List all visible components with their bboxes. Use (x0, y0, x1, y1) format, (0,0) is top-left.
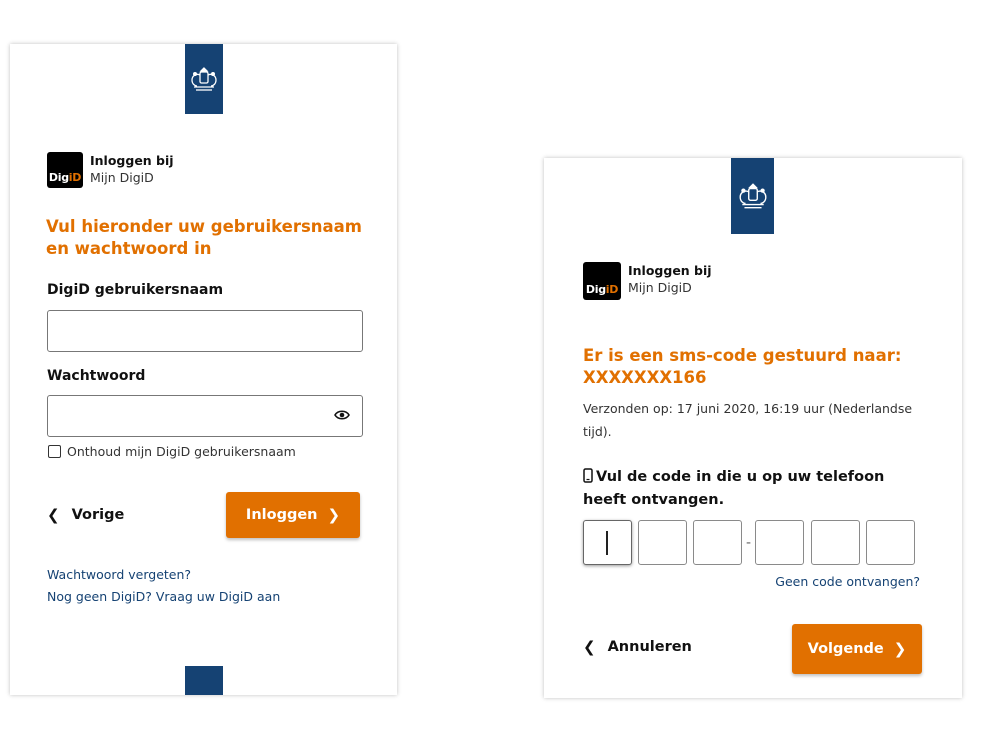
password-input[interactable] (47, 395, 363, 437)
code-digit-input[interactable] (866, 520, 915, 565)
text-cursor (606, 531, 608, 555)
digid-header: Dig iD Inloggen bij Mijn DigiD (583, 262, 712, 300)
code-digit-input[interactable] (693, 520, 742, 565)
request-digid-link[interactable]: Nog geen DigiD? Vraag uw DigiD aan (47, 589, 280, 604)
login-button-label: Inloggen (245, 507, 318, 523)
remember-username-row[interactable]: Onthoud mijn DigiD gebruikersnaam (48, 444, 296, 459)
code-digit-input[interactable] (638, 520, 687, 565)
code-digit-input[interactable] (583, 520, 632, 565)
code-digit-input[interactable] (811, 520, 860, 565)
digid-logo-text-b: iD (68, 171, 82, 184)
code-instruction-text: Vul de code in die u op uw telefoon heef… (583, 469, 885, 508)
service-name: Mijn DigiD (90, 170, 154, 185)
username-input[interactable] (47, 310, 363, 352)
digid-logo: Dig iD (583, 262, 621, 300)
username-label: DigiD gebruikersnaam (47, 282, 224, 298)
digid-logo-text-b: iD (605, 283, 619, 296)
chevron-right-icon: ❯ (327, 506, 341, 524)
next-button-label: Volgende (807, 641, 884, 657)
code-instruction: Vul de code in die u op uw telefoon heef… (583, 466, 928, 512)
remember-username-checkbox[interactable] (48, 445, 61, 458)
page-heading: Er is een sms-code gestuurd naar: XXXXXX… (583, 346, 902, 387)
page-heading: Vul hieronder uw gebruikersnaam en wacht… (46, 217, 362, 258)
eye-icon[interactable] (334, 408, 350, 422)
forgot-password-link[interactable]: Wachtwoord vergeten? (47, 567, 191, 582)
digid-header: Dig iD Inloggen bij Mijn DigiD (47, 152, 174, 188)
remember-username-label: Onthoud mijn DigiD gebruikersnaam (67, 444, 296, 459)
chevron-left-icon: ❮ (583, 638, 596, 656)
code-separator: - (746, 535, 752, 551)
back-button[interactable]: ❮ Vorige (47, 506, 124, 524)
coat-of-arms-icon (739, 183, 766, 209)
service-name: Mijn DigiD (628, 280, 692, 295)
password-label: Wachtwoord (47, 368, 146, 384)
cancel-label: Annuleren (607, 639, 692, 655)
next-button[interactable]: Volgende ❯ (792, 624, 922, 674)
digid-logo: Dig iD (47, 152, 83, 188)
digid-logo-text-a: Dig (48, 171, 69, 184)
footer-ribbon (185, 666, 223, 695)
back-label: Vorige (71, 507, 125, 523)
digid-logo-text-a: Dig (585, 283, 606, 296)
code-digit-input[interactable] (755, 520, 804, 565)
rijksoverheid-logo (185, 44, 223, 114)
coat-of-arms-icon (191, 67, 217, 91)
cancel-button[interactable]: ❮ Annuleren (583, 638, 692, 656)
chevron-right-icon: ❯ (893, 640, 907, 658)
no-code-received-link[interactable]: Geen code ontvangen? (775, 574, 920, 589)
phone-icon (583, 468, 593, 483)
sms-code-panel: Dig iD Inloggen bij Mijn DigiD Er is een … (544, 158, 962, 698)
chevron-left-icon: ❮ (47, 506, 60, 524)
sent-timestamp-text: Verzonden op: 17 juni 2020, 16:19 uur (N… (583, 401, 913, 439)
login-to-label: Inloggen bij (90, 153, 174, 168)
login-panel: Dig iD Inloggen bij Mijn DigiD Vul hieron… (10, 44, 397, 695)
login-to-label: Inloggen bij (628, 263, 712, 278)
rijksoverheid-logo (731, 158, 774, 234)
login-button[interactable]: Inloggen ❯ (226, 492, 360, 538)
